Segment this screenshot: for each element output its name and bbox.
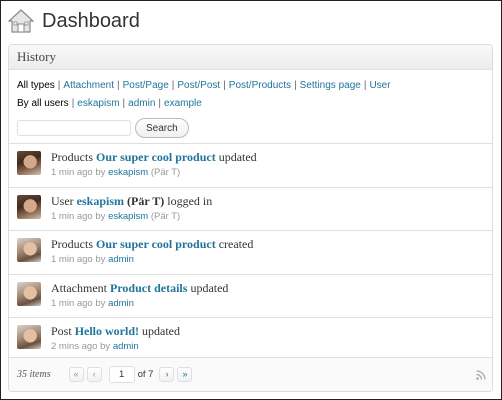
item-count: 35 items xyxy=(17,369,51,380)
item-time: 1 min ago xyxy=(51,210,93,222)
page-total: of 7 xyxy=(137,369,154,380)
filter-type-user[interactable]: User xyxy=(369,80,390,91)
filter-user-admin[interactable]: admin xyxy=(128,98,155,109)
item-action: created xyxy=(218,237,254,251)
list-item: Products Our super cool product updated … xyxy=(9,143,492,187)
first-page-button[interactable]: « xyxy=(68,367,84,382)
item-type: User xyxy=(51,193,74,208)
item-user-link[interactable]: admin xyxy=(113,341,139,352)
item-extra: (Pär T) xyxy=(127,193,165,208)
filter-type-post-products[interactable]: Post/Products xyxy=(229,80,291,91)
item-object-link[interactable]: Our super cool product xyxy=(96,237,216,251)
user-filter-row: By all users | eskapism | admin | example xyxy=(17,98,202,109)
item-action: updated xyxy=(142,324,181,338)
history-list: Products Our super cool product updated … xyxy=(9,143,492,361)
type-filter-row: All types | Attachment | Post/Page | Post/Post… xyxy=(17,80,391,91)
filter-user-eskapism[interactable]: eskapism xyxy=(77,98,119,109)
prev-page-button[interactable]: ‹ xyxy=(86,367,102,382)
list-item: User eskapism (Pär T) logged in 1 min ag… xyxy=(9,186,492,231)
filter-type-all[interactable]: All types xyxy=(17,80,55,91)
item-action: logged in xyxy=(167,193,213,208)
item-action: updated xyxy=(190,280,229,295)
filter-user-example[interactable]: example xyxy=(164,98,202,109)
filter-type-settings-page[interactable]: Settings page xyxy=(300,80,361,91)
page-title: Dashboard xyxy=(42,9,140,32)
avatar xyxy=(17,194,41,219)
avatar xyxy=(17,238,41,262)
filters: All types | Attachment | Post/Page | Post/Post… xyxy=(9,70,492,138)
item-time: 2 mins ago xyxy=(51,341,98,352)
history-widget: History All types | Attachment | Post/Page | P… xyxy=(8,44,493,392)
avatar xyxy=(17,325,41,349)
page-number-input[interactable]: 1 xyxy=(108,366,135,383)
list-item: Post Hello world! updated 2 mins ago by … xyxy=(9,317,492,361)
item-user-full: (Pär T) xyxy=(150,167,181,178)
item-object-link[interactable]: Product details xyxy=(110,281,187,295)
filter-user-all[interactable]: By all users xyxy=(17,98,69,109)
item-type: Post xyxy=(51,324,72,338)
item-type: Products xyxy=(51,150,93,164)
item-type: Products xyxy=(51,237,93,251)
item-object-link[interactable]: Our super cool product xyxy=(96,150,216,164)
search-button[interactable]: Search xyxy=(135,118,189,138)
item-user-link[interactable]: eskapism xyxy=(108,167,148,178)
house-icon xyxy=(8,9,34,33)
last-page-button[interactable]: » xyxy=(177,367,193,382)
item-type: Attachment xyxy=(51,280,107,295)
item-user-link[interactable]: eskapism xyxy=(108,211,148,222)
avatar xyxy=(17,151,41,175)
item-time: 1 min ago xyxy=(51,297,93,309)
item-time: 1 min ago xyxy=(51,254,93,265)
search-input[interactable] xyxy=(17,120,131,136)
list-item: Attachment Product details updated 1 min… xyxy=(9,273,492,318)
item-by: by xyxy=(95,254,106,265)
item-action: updated xyxy=(218,150,257,164)
filter-type-post-page[interactable]: Post/Page xyxy=(123,80,169,91)
widget-header[interactable]: History xyxy=(9,45,492,70)
pagination-footer: 35 items « ‹ 1 of 7 › » xyxy=(9,357,492,391)
item-by: by xyxy=(100,341,111,352)
search-row: Search xyxy=(17,118,484,138)
rss-icon[interactable] xyxy=(476,370,486,380)
pager: « ‹ 1 of 7 › » xyxy=(68,366,196,383)
item-by: by xyxy=(95,210,106,222)
page-header: Dashboard xyxy=(8,6,140,36)
item-object-link[interactable]: Hello world! xyxy=(75,324,139,338)
filter-type-post-post[interactable]: Post/Post xyxy=(177,80,220,91)
next-page-button[interactable]: › xyxy=(159,367,175,382)
item-time: 1 min ago xyxy=(51,167,93,178)
widget-title: History xyxy=(17,49,56,64)
item-user-link[interactable]: admin xyxy=(108,298,134,309)
item-user-full: (Pär T) xyxy=(150,210,181,222)
item-object-link[interactable]: eskapism xyxy=(77,194,124,208)
item-by: by xyxy=(95,297,106,309)
list-item: Products Our super cool product created … xyxy=(9,230,492,274)
item-user-link[interactable]: admin xyxy=(108,254,134,265)
avatar xyxy=(17,281,41,306)
filter-type-attachment[interactable]: Attachment xyxy=(63,80,114,91)
item-by: by xyxy=(95,167,106,178)
